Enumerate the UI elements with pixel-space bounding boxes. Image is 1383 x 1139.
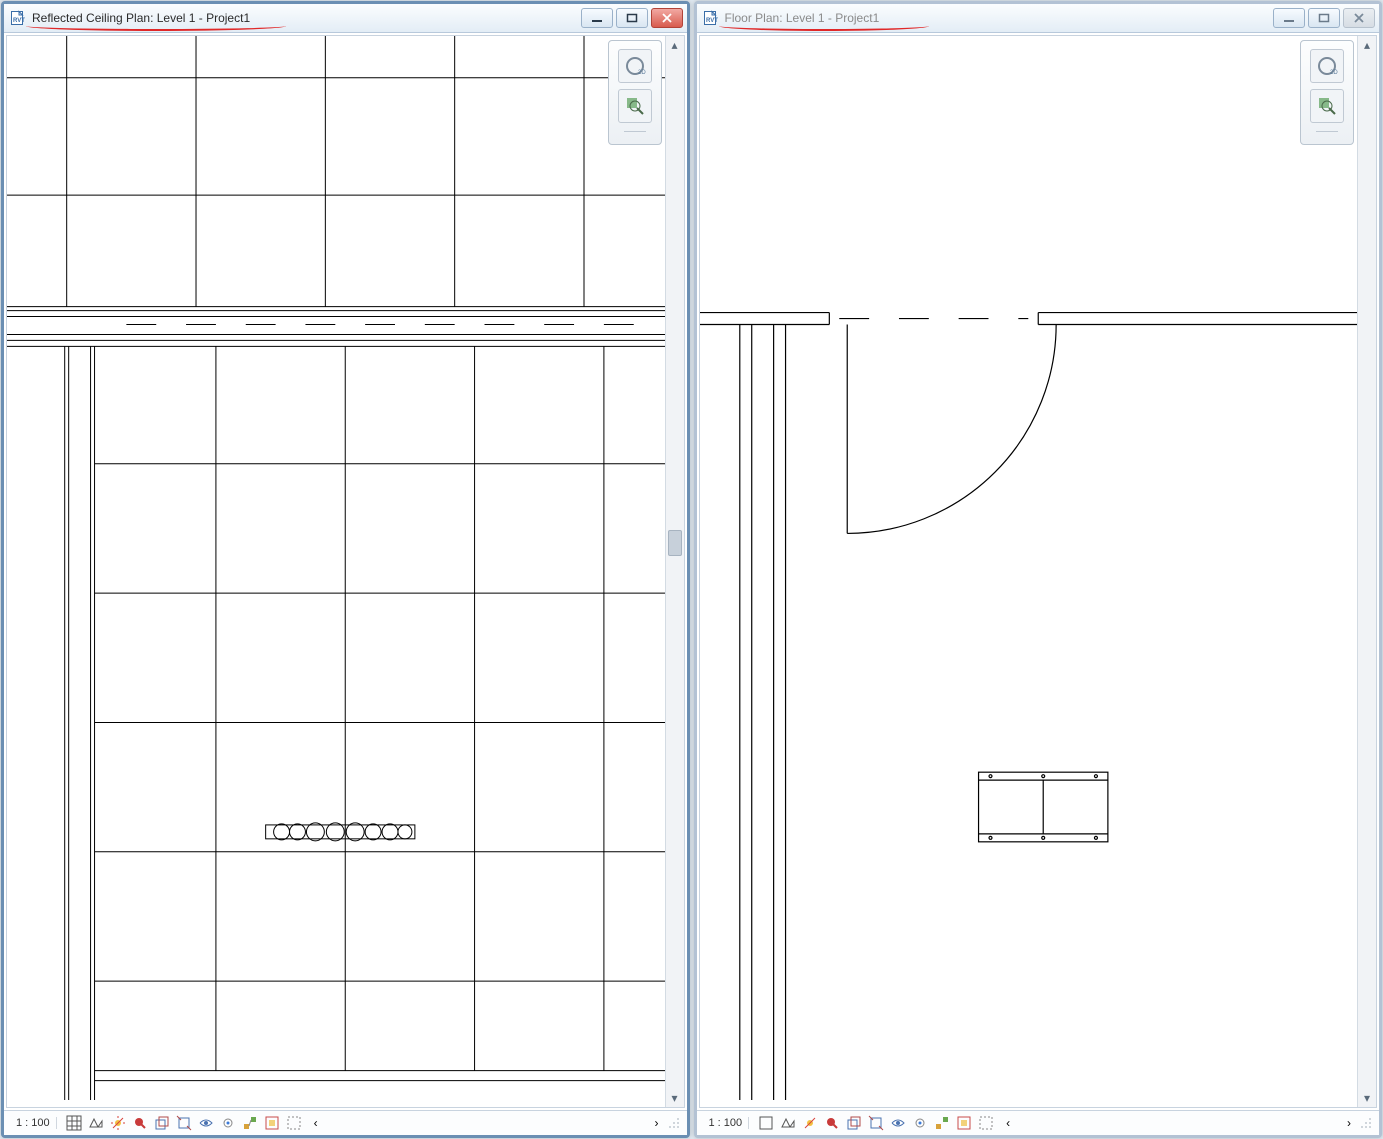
detail-level-icon[interactable] [65, 1114, 83, 1132]
maximize-button[interactable] [616, 8, 648, 28]
titlebar-left[interactable]: RVT Reflected Ceiling Plan: Level 1 - Pr… [4, 4, 687, 33]
crop-region-icon[interactable] [867, 1114, 885, 1132]
titlebar-right[interactable]: RVT Floor Plan: Level 1 - Project1 [697, 4, 1380, 33]
close-button[interactable] [651, 8, 683, 28]
resize-grip-icon[interactable] [1359, 1116, 1373, 1130]
more-chevron-icon[interactable]: ‹ [999, 1114, 1017, 1132]
view-tools: ‹ [757, 1114, 1017, 1132]
svg-text:RVT: RVT [13, 18, 25, 24]
ceiling-plan-drawing [7, 36, 683, 1100]
floor-plan-drawing [700, 36, 1376, 1100]
workspace: RVT Reflected Ceiling Plan: Level 1 - Pr… [0, 0, 1383, 1139]
crop-view-icon[interactable] [153, 1114, 171, 1132]
worksharing-icon[interactable] [933, 1114, 951, 1132]
view-nav-panel: 2D [608, 40, 662, 145]
svg-text:2D: 2D [1330, 70, 1338, 76]
orbit-2d-tool[interactable]: 2D [1310, 49, 1344, 83]
view-pane-left: RVT Reflected Ceiling Plan: Level 1 - Pr… [1, 1, 690, 1138]
scroll-up-arrow[interactable]: ▴ [1358, 36, 1376, 54]
detail-level-icon[interactable] [757, 1114, 775, 1132]
shadows-icon[interactable] [823, 1114, 841, 1132]
view-tools: ‹ [65, 1114, 325, 1132]
zoom-region-tool[interactable] [1310, 89, 1344, 123]
expand-chevron-icon[interactable]: › [1347, 1116, 1351, 1130]
revit-doc-icon: RVT [703, 10, 719, 26]
reveal-hidden-icon[interactable] [911, 1114, 929, 1132]
zoom-region-tool[interactable] [618, 89, 652, 123]
crop-region-icon[interactable] [175, 1114, 193, 1132]
temp-hide-icon[interactable] [197, 1114, 215, 1132]
view-scale[interactable]: 1 : 100 [10, 1117, 57, 1129]
shadows-icon[interactable] [131, 1114, 149, 1132]
sun-path-icon[interactable] [109, 1114, 127, 1132]
orbit-2d-tool[interactable]: 2D [618, 49, 652, 83]
vertical-scrollbar[interactable]: ▴ ▾ [1357, 36, 1376, 1107]
minimize-button[interactable] [1273, 8, 1305, 28]
visual-style-icon[interactable] [779, 1114, 797, 1132]
maximize-button[interactable] [1308, 8, 1340, 28]
nav-panel-handle[interactable] [1316, 131, 1338, 136]
window-title-right: Floor Plan: Level 1 - Project1 [725, 11, 1268, 25]
window-title-left: Reflected Ceiling Plan: Level 1 - Projec… [32, 11, 575, 25]
worksharing-icon[interactable] [241, 1114, 259, 1132]
view-control-bar-left: 1 : 100 ‹ › [4, 1110, 687, 1135]
svg-text:2D: 2D [638, 70, 646, 76]
view-pane-right: RVT Floor Plan: Level 1 - Project1 [694, 1, 1383, 1138]
vertical-scrollbar[interactable]: ▴ ▾ [665, 36, 684, 1107]
resize-grip-icon[interactable] [667, 1116, 681, 1130]
drawing-viewport-right[interactable]: 2D ▴ ▾ [699, 35, 1378, 1108]
analytical-icon[interactable] [977, 1114, 995, 1132]
drawing-viewport-left[interactable]: 2D ▴ ▾ [6, 35, 685, 1108]
scroll-track[interactable] [1358, 54, 1376, 1089]
reveal-constraints-icon[interactable] [263, 1114, 281, 1132]
title-underline-annotation [719, 26, 929, 31]
window-buttons-right [1273, 8, 1375, 28]
scroll-track[interactable] [666, 54, 684, 1089]
svg-text:RVT: RVT [706, 18, 718, 24]
window-buttons-left [581, 8, 683, 28]
minimize-button[interactable] [581, 8, 613, 28]
scroll-thumb[interactable] [668, 530, 682, 556]
analytical-icon[interactable] [285, 1114, 303, 1132]
title-underline-annotation [26, 26, 286, 31]
temp-hide-icon[interactable] [889, 1114, 907, 1132]
view-control-bar-right: 1 : 100 ‹ › [697, 1110, 1380, 1135]
revit-doc-icon: RVT [10, 10, 26, 26]
sun-path-icon[interactable] [801, 1114, 819, 1132]
reveal-constraints-icon[interactable] [955, 1114, 973, 1132]
reveal-hidden-icon[interactable] [219, 1114, 237, 1132]
nav-panel-handle[interactable] [624, 131, 646, 136]
view-scale[interactable]: 1 : 100 [703, 1117, 750, 1129]
scroll-up-arrow[interactable]: ▴ [666, 36, 684, 54]
close-button[interactable] [1343, 8, 1375, 28]
scroll-down-arrow[interactable]: ▾ [666, 1089, 684, 1107]
expand-chevron-icon[interactable]: › [655, 1116, 659, 1130]
crop-view-icon[interactable] [845, 1114, 863, 1132]
visual-style-icon[interactable] [87, 1114, 105, 1132]
scroll-down-arrow[interactable]: ▾ [1358, 1089, 1376, 1107]
more-chevron-icon[interactable]: ‹ [307, 1114, 325, 1132]
view-nav-panel: 2D [1300, 40, 1354, 145]
